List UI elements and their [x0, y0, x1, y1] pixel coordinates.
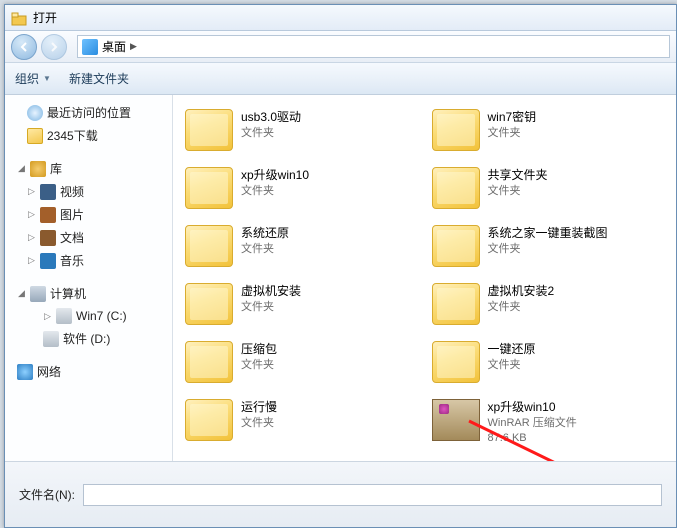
file-type: 文件夹: [241, 184, 309, 199]
forward-button[interactable]: [41, 34, 67, 60]
folder-icon: [432, 225, 480, 267]
file-item-folder[interactable]: win7密钥文件夹: [428, 105, 669, 155]
sidebar-item-music[interactable]: ▷ 音乐: [7, 249, 170, 272]
recent-icon: [27, 105, 43, 121]
file-name: 虚拟机安装: [241, 283, 301, 300]
sidebar-item-drive-c[interactable]: ▷ Win7 (C:): [7, 305, 170, 327]
window-title: 打开: [33, 9, 57, 26]
file-item-folder[interactable]: 一键还原文件夹: [428, 337, 669, 387]
picture-icon: [40, 207, 56, 223]
nav-bar: 桌面 ▶: [5, 31, 676, 63]
title-bar: 打开: [5, 5, 676, 31]
chevron-down-icon: ▼: [43, 74, 51, 83]
chevron-closed-icon[interactable]: ▷: [27, 210, 36, 219]
folder-icon: [27, 128, 43, 144]
sidebar-item-recent[interactable]: 最近访问的位置: [7, 101, 170, 124]
address-bar[interactable]: 桌面 ▶: [77, 35, 670, 58]
file-name: 共享文件夹: [488, 167, 548, 184]
sidebar-item-documents[interactable]: ▷ 文档: [7, 226, 170, 249]
music-icon: [40, 253, 56, 269]
filename-bar: 文件名(N):: [5, 461, 676, 527]
file-type: 文件夹: [488, 242, 608, 257]
folder-icon: [185, 399, 233, 441]
sidebar-item-network[interactable]: 网络: [7, 360, 170, 383]
sidebar-item-downloads[interactable]: 2345下载: [7, 124, 170, 147]
folder-icon: [185, 167, 233, 209]
file-name: 虚拟机安装2: [488, 283, 555, 300]
file-type: 文件夹: [241, 126, 301, 141]
chevron-closed-icon[interactable]: ▷: [27, 256, 36, 265]
computer-icon: [30, 286, 46, 302]
file-size: 87.6 KB: [488, 431, 577, 446]
file-name: usb3.0驱动: [241, 109, 301, 126]
arrow-right-icon: [48, 41, 60, 53]
file-item-folder[interactable]: 运行慢文件夹: [181, 395, 422, 451]
file-type: 文件夹: [488, 358, 536, 373]
folder-icon: [432, 167, 480, 209]
file-item-folder[interactable]: 虚拟机安装2文件夹: [428, 279, 669, 329]
folder-icon: [185, 109, 233, 151]
folder-icon: [185, 225, 233, 267]
library-icon: [30, 161, 46, 177]
toolbar: 组织 ▼ 新建文件夹: [5, 63, 676, 95]
file-type: 文件夹: [241, 300, 301, 315]
new-folder-button[interactable]: 新建文件夹: [69, 70, 129, 87]
file-type: 文件夹: [241, 242, 289, 257]
file-item-folder[interactable]: xp升级win10文件夹: [181, 163, 422, 213]
drive-icon: [43, 331, 59, 347]
file-item-folder[interactable]: 系统还原文件夹: [181, 221, 422, 271]
video-icon: [40, 184, 56, 200]
sidebar-item-drive-d[interactable]: 软件 (D:): [7, 327, 170, 350]
file-name: 压缩包: [241, 341, 277, 358]
sidebar-item-pictures[interactable]: ▷ 图片: [7, 203, 170, 226]
file-type: 文件夹: [241, 416, 277, 431]
file-name: win7密钥: [488, 109, 537, 126]
network-icon: [17, 364, 33, 380]
chevron-closed-icon[interactable]: ▷: [27, 187, 36, 196]
breadcrumb-chevron-icon[interactable]: ▶: [130, 41, 137, 52]
chevron-closed-icon[interactable]: ▷: [27, 233, 36, 242]
archive-icon: [432, 399, 480, 441]
file-item-folder[interactable]: 系统之家一键重装截图文件夹: [428, 221, 669, 271]
desktop-icon: [82, 39, 98, 55]
sidebar-item-videos[interactable]: ▷ 视频: [7, 180, 170, 203]
file-name: 一键还原: [488, 341, 536, 358]
sidebar-item-computer[interactable]: ◢ 计算机: [7, 282, 170, 305]
drive-icon: [56, 308, 72, 324]
chevron-open-icon[interactable]: ◢: [17, 164, 26, 173]
location-text: 桌面: [102, 38, 126, 55]
file-item-folder[interactable]: 虚拟机安装文件夹: [181, 279, 422, 329]
folder-icon: [185, 341, 233, 383]
file-item-folder[interactable]: 压缩包文件夹: [181, 337, 422, 387]
file-type: 文件夹: [488, 300, 555, 315]
chevron-open-icon[interactable]: ◢: [17, 289, 26, 298]
arrow-left-icon: [18, 41, 30, 53]
app-icon: [11, 10, 27, 26]
file-type: WinRAR 压缩文件: [488, 416, 577, 431]
file-item-folder[interactable]: 共享文件夹文件夹: [428, 163, 669, 213]
file-name: 系统之家一键重装截图: [488, 225, 608, 242]
file-pane[interactable]: usb3.0驱动文件夹win7密钥文件夹xp升级win10文件夹共享文件夹文件夹…: [173, 95, 676, 461]
file-type: 文件夹: [488, 184, 548, 199]
back-button[interactable]: [11, 34, 37, 60]
file-name: xp升级win10: [488, 399, 577, 416]
file-name: xp升级win10: [241, 167, 309, 184]
file-type: 文件夹: [241, 358, 277, 373]
folder-icon: [185, 283, 233, 325]
file-name: 运行慢: [241, 399, 277, 416]
filename-label: 文件名(N):: [19, 486, 75, 503]
folder-icon: [432, 341, 480, 383]
folder-icon: [432, 283, 480, 325]
file-item-archive[interactable]: xp升级win10WinRAR 压缩文件87.6 KB: [428, 395, 669, 451]
file-name: 系统还原: [241, 225, 289, 242]
sidebar-item-libraries[interactable]: ◢ 库: [7, 157, 170, 180]
chevron-closed-icon[interactable]: ▷: [43, 312, 52, 321]
nav-tree: 最近访问的位置 2345下载 ◢ 库 ▷ 视频 ▷ 图片: [5, 95, 173, 461]
filename-input[interactable]: [83, 484, 662, 506]
organize-button[interactable]: 组织 ▼: [15, 70, 51, 87]
folder-icon: [432, 109, 480, 151]
document-icon: [40, 230, 56, 246]
file-type: 文件夹: [488, 126, 537, 141]
file-item-folder[interactable]: usb3.0驱动文件夹: [181, 105, 422, 155]
